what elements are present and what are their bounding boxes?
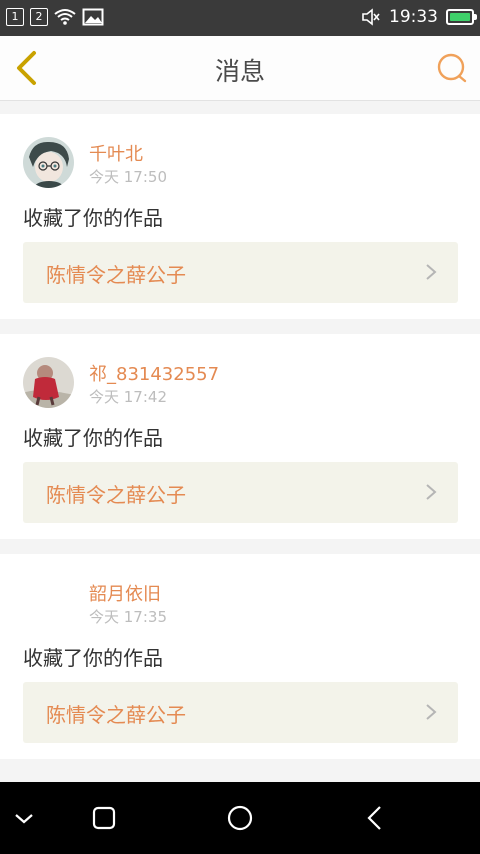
work-title: 陈情令之薛公子	[46, 483, 186, 507]
search-button[interactable]	[436, 52, 468, 84]
chevron-right-icon	[426, 264, 437, 280]
back-icon[interactable]	[360, 802, 392, 834]
timestamp: 今天 17:50	[89, 168, 167, 186]
action-text: 收藏了你的作品	[23, 426, 163, 450]
work-link[interactable]: 陈情令之薛公子	[23, 682, 458, 743]
message-item: 千叶北 今天 17:50 收藏了你的作品 陈情令之薛公子	[0, 114, 480, 319]
sim1-icon: 1	[6, 8, 24, 26]
battery-icon	[446, 9, 477, 25]
system-nav-bar	[0, 782, 480, 854]
app-header: 消息	[0, 36, 480, 101]
collapse-icon[interactable]	[8, 802, 40, 834]
avatar[interactable]	[23, 577, 74, 628]
action-text: 收藏了你的作品	[23, 206, 163, 230]
avatar[interactable]	[23, 137, 74, 188]
work-title: 陈情令之薛公子	[46, 703, 186, 727]
message-list: 千叶北 今天 17:50 收藏了你的作品 陈情令之薛公子 祁_831432557…	[0, 114, 480, 774]
sim2-icon: 2	[30, 8, 48, 26]
work-link[interactable]: 陈情令之薛公子	[23, 462, 458, 523]
mute-icon	[362, 8, 380, 26]
page-title: 消息	[214, 57, 265, 86]
image-icon	[82, 8, 104, 26]
wifi-icon	[54, 9, 76, 25]
chevron-right-icon	[426, 704, 437, 720]
message-item: 韶月依旧 今天 17:35 收藏了你的作品 陈情令之薛公子	[0, 554, 480, 759]
status-bar: 1 2 19:33	[0, 0, 480, 36]
home-icon[interactable]	[224, 802, 256, 834]
action-text: 收藏了你的作品	[23, 646, 163, 670]
work-title: 陈情令之薛公子	[46, 263, 186, 287]
username[interactable]: 韶月依旧	[89, 580, 161, 606]
work-link[interactable]: 陈情令之薛公子	[23, 242, 458, 303]
username[interactable]: 祁_831432557	[89, 360, 219, 386]
timestamp: 今天 17:35	[89, 608, 167, 626]
recents-icon[interactable]	[88, 802, 120, 834]
clock: 19:33	[389, 7, 438, 27]
timestamp: 今天 17:42	[89, 388, 167, 406]
search-icon	[437, 53, 467, 83]
chevron-right-icon	[426, 484, 437, 500]
message-item: 祁_831432557 今天 17:42 收藏了你的作品 陈情令之薛公子	[0, 334, 480, 539]
avatar[interactable]	[23, 357, 74, 408]
username[interactable]: 千叶北	[89, 140, 143, 166]
